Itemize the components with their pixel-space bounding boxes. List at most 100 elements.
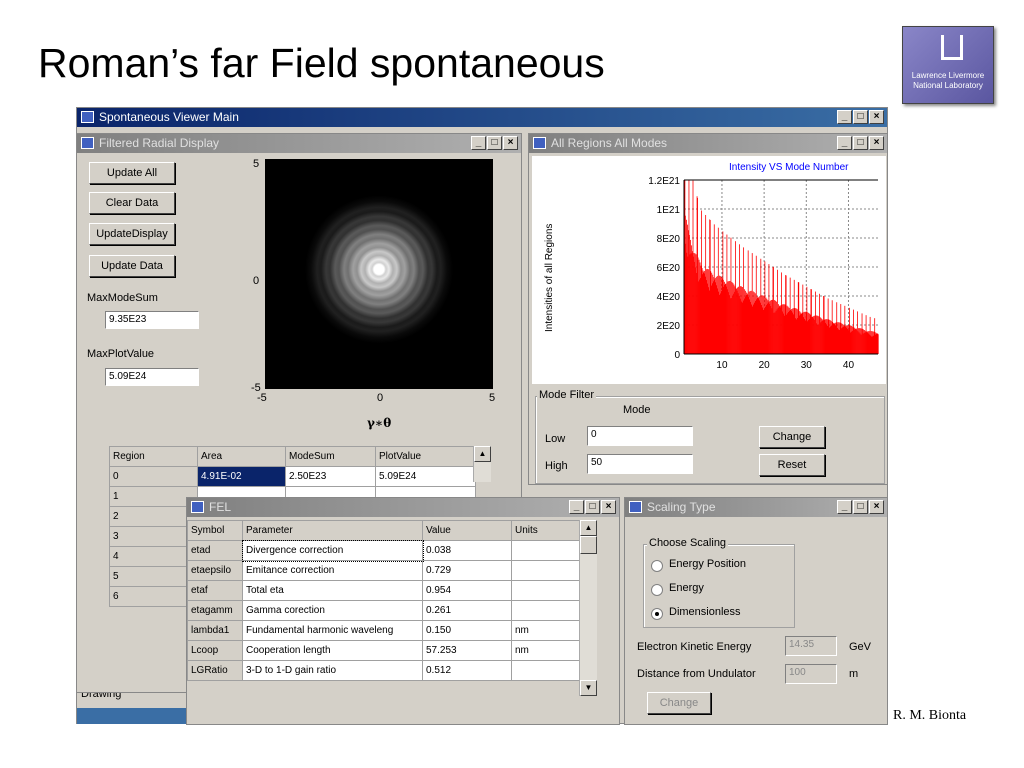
option-energy[interactable]: Energy <box>669 582 704 594</box>
maximize-button[interactable]: □ <box>487 136 502 150</box>
table-cell[interactable]: Gamma corection <box>242 600 423 621</box>
table-cell[interactable]: Total eta <box>242 580 423 601</box>
scroll-thumb[interactable] <box>580 536 597 554</box>
table-cell[interactable]: LGRatio <box>187 660 243 681</box>
table-cell[interactable]: Lcoop <box>187 640 243 661</box>
radial-titlebar[interactable]: Filtered Radial Display _ □ × <box>77 134 521 153</box>
table-cell[interactable] <box>511 580 580 601</box>
column-header[interactable]: Area <box>197 446 286 467</box>
reset-button[interactable]: Reset <box>759 454 825 476</box>
high-input[interactable]: 50 <box>587 454 693 474</box>
table-cell[interactable]: nm <box>511 640 580 661</box>
energy-input[interactable]: 14.35 <box>785 636 837 656</box>
column-header[interactable]: PlotValue <box>375 446 476 467</box>
table-cell[interactable] <box>511 540 580 561</box>
column-header[interactable]: Value <box>422 520 512 541</box>
update-data-button[interactable]: Update Data <box>89 255 175 277</box>
table-cell[interactable]: nm <box>511 620 580 641</box>
table-cell[interactable]: 0.261 <box>422 600 512 621</box>
change-mode-button[interactable]: Change <box>759 426 825 448</box>
table-cell[interactable]: 4 <box>109 546 198 567</box>
table-cell[interactable]: 1 <box>109 486 198 507</box>
close-button[interactable]: × <box>503 136 518 150</box>
table-cell[interactable]: 2.50E23 <box>285 466 376 487</box>
minimize-button[interactable]: _ <box>837 500 852 514</box>
table-cell[interactable]: 0.954 <box>422 580 512 601</box>
table-cell[interactable]: etagamm <box>187 600 243 621</box>
max-plot-value-field[interactable]: 5.09E24 <box>105 368 199 386</box>
radio-energy-position[interactable] <box>651 560 663 572</box>
table-cell[interactable]: 0.729 <box>422 560 512 581</box>
table-cell[interactable]: Divergence correction <box>241 539 424 562</box>
table-cell[interactable] <box>511 600 580 621</box>
table-cell[interactable]: lambda1 <box>187 620 243 641</box>
minimize-button[interactable]: _ <box>569 500 584 514</box>
table-cell[interactable] <box>511 560 580 581</box>
fel-titlebar[interactable]: FEL _ □ × <box>187 498 619 517</box>
modes-titlebar[interactable]: All Regions All Modes _ □ × <box>529 134 887 153</box>
column-header[interactable]: Parameter <box>242 520 423 541</box>
table-row[interactable]: etad Divergence correction 0.038 <box>187 539 580 562</box>
close-button[interactable]: × <box>601 500 616 514</box>
table-cell[interactable]: Cooperation length <box>242 640 423 661</box>
table-row[interactable]: Lcoop Cooperation length 57.253 nm <box>187 640 580 661</box>
column-header[interactable]: Region <box>109 446 198 467</box>
distance-input[interactable]: 100 <box>785 664 837 684</box>
table-cell[interactable]: etaepsilo <box>187 560 243 581</box>
table-row[interactable]: etagamm Gamma corection 0.261 <box>187 600 580 621</box>
maximize-button[interactable]: □ <box>853 500 868 514</box>
table-row[interactable]: lambda1 Fundamental harmonic waveleng 0.15… <box>187 620 580 641</box>
table-row[interactable]: etaepsilo Emitance correction 0.729 <box>187 560 580 581</box>
table-cell[interactable]: 2 <box>109 506 198 527</box>
scaling-change-button[interactable]: Change <box>647 692 711 714</box>
scroll-up-icon[interactable]: ▲ <box>580 520 597 536</box>
table-cell[interactable]: 3 <box>109 526 198 547</box>
scaling-titlebar[interactable]: Scaling Type _ □ × <box>625 498 887 517</box>
table-cell[interactable]: 57.253 <box>422 640 512 661</box>
table-cell[interactable] <box>511 660 580 681</box>
close-button[interactable]: × <box>869 110 884 124</box>
max-mode-sum-field[interactable]: 9.35E23 <box>105 311 199 329</box>
table-cell[interactable]: 4.91E-02 <box>197 466 286 487</box>
table-cell[interactable]: 0 <box>109 466 198 487</box>
table-cell[interactable]: 5 <box>109 566 198 587</box>
table-cell[interactable]: Fundamental harmonic waveleng <box>242 620 423 641</box>
update-all-button[interactable]: Update All <box>89 162 175 184</box>
table-cell[interactable]: etad <box>187 540 243 561</box>
scroll-down-icon[interactable]: ▼ <box>580 680 597 696</box>
maximize-button[interactable]: □ <box>853 110 868 124</box>
table-cell[interactable]: 3-D to 1-D gain ratio <box>242 660 423 681</box>
fel-table-scrollbar[interactable]: ▲ ▼ <box>579 520 597 696</box>
table-cell[interactable]: 5.09E24 <box>375 466 476 487</box>
clear-data-button[interactable]: Clear Data <box>89 192 175 214</box>
table-cell[interactable]: 0.038 <box>422 540 512 561</box>
column-header[interactable]: Symbol <box>187 520 243 541</box>
scroll-up-icon[interactable]: ▲ <box>474 446 491 462</box>
maximize-button[interactable]: □ <box>585 500 600 514</box>
low-input[interactable]: 0 <box>587 426 693 446</box>
table-cell[interactable]: 0.512 <box>422 660 512 681</box>
radio-dimensionless[interactable] <box>651 608 663 620</box>
close-button[interactable]: × <box>869 500 884 514</box>
region-table-scrollbar[interactable]: ▲ <box>473 446 491 482</box>
table-cell[interactable]: etaf <box>187 580 243 601</box>
column-header[interactable]: Units <box>511 520 580 541</box>
maximize-button[interactable]: □ <box>853 136 868 150</box>
main-titlebar[interactable]: Spontaneous Viewer Main _ □ × <box>77 108 887 127</box>
table-row[interactable]: LGRatio 3-D to 1-D gain ratio 0.512 <box>187 660 580 681</box>
table-cell[interactable]: 0.150 <box>422 620 512 641</box>
minimize-button[interactable]: _ <box>837 136 852 150</box>
update-display-button[interactable]: UpdateDisplay <box>89 223 175 245</box>
table-cell[interactable]: 6 <box>109 586 198 607</box>
table-cell[interactable]: Emitance correction <box>242 560 423 581</box>
minimize-button[interactable]: _ <box>471 136 486 150</box>
fel-table: Symbol Parameter Value Units etad Divergence … <box>187 520 580 681</box>
table-row[interactable]: 0 4.91E-02 2.50E23 5.09E24 <box>109 466 476 487</box>
option-energy-position[interactable]: Energy Position <box>669 558 746 570</box>
table-row[interactable]: etaf Total eta 0.954 <box>187 580 580 601</box>
option-dimensionless[interactable]: Dimensionless <box>669 606 741 618</box>
column-header[interactable]: ModeSum <box>285 446 376 467</box>
close-button[interactable]: × <box>869 136 884 150</box>
minimize-button[interactable]: _ <box>837 110 852 124</box>
radio-energy[interactable] <box>651 584 663 596</box>
